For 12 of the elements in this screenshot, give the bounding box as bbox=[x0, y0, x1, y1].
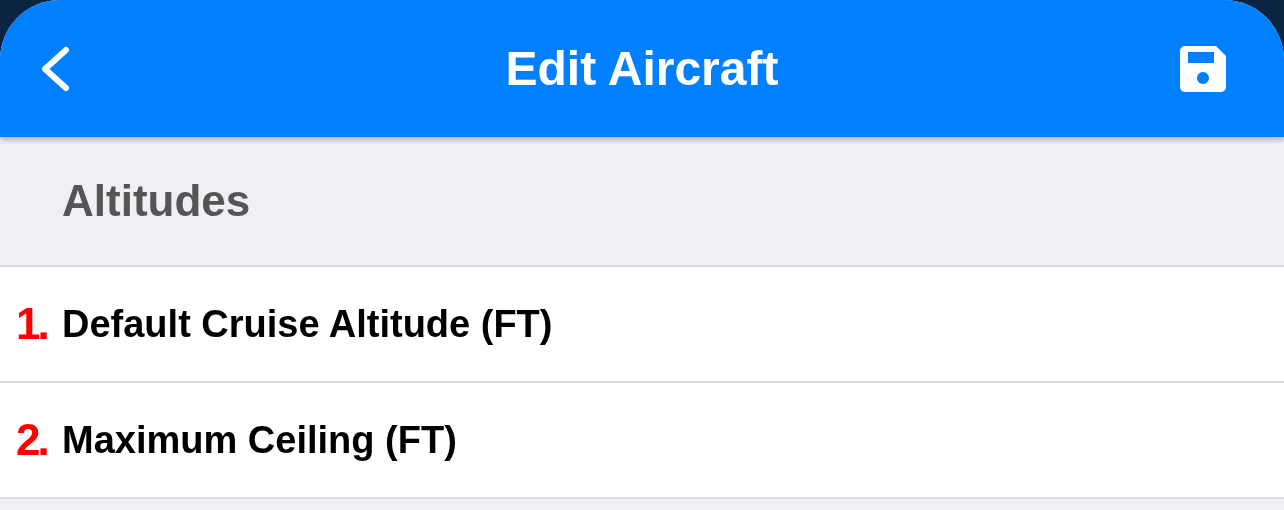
row-label: Default Cruise Altitude (FT) bbox=[62, 302, 553, 346]
back-icon bbox=[40, 45, 70, 92]
back-button[interactable] bbox=[40, 45, 70, 92]
annotation-number: 2. bbox=[16, 415, 47, 465]
annotation-number: 1. bbox=[16, 299, 47, 349]
save-icon bbox=[1180, 45, 1226, 92]
list-row[interactable]: 2. Maximum Ceiling (FT) bbox=[0, 383, 1284, 499]
section-title: Altitudes bbox=[62, 176, 251, 226]
row-label: Maximum Ceiling (FT) bbox=[62, 418, 457, 462]
save-button[interactable] bbox=[1180, 45, 1226, 92]
window-title: Edit Aircraft bbox=[505, 41, 779, 96]
list-row[interactable]: 1. Default Cruise Altitude (FT) bbox=[0, 267, 1284, 383]
